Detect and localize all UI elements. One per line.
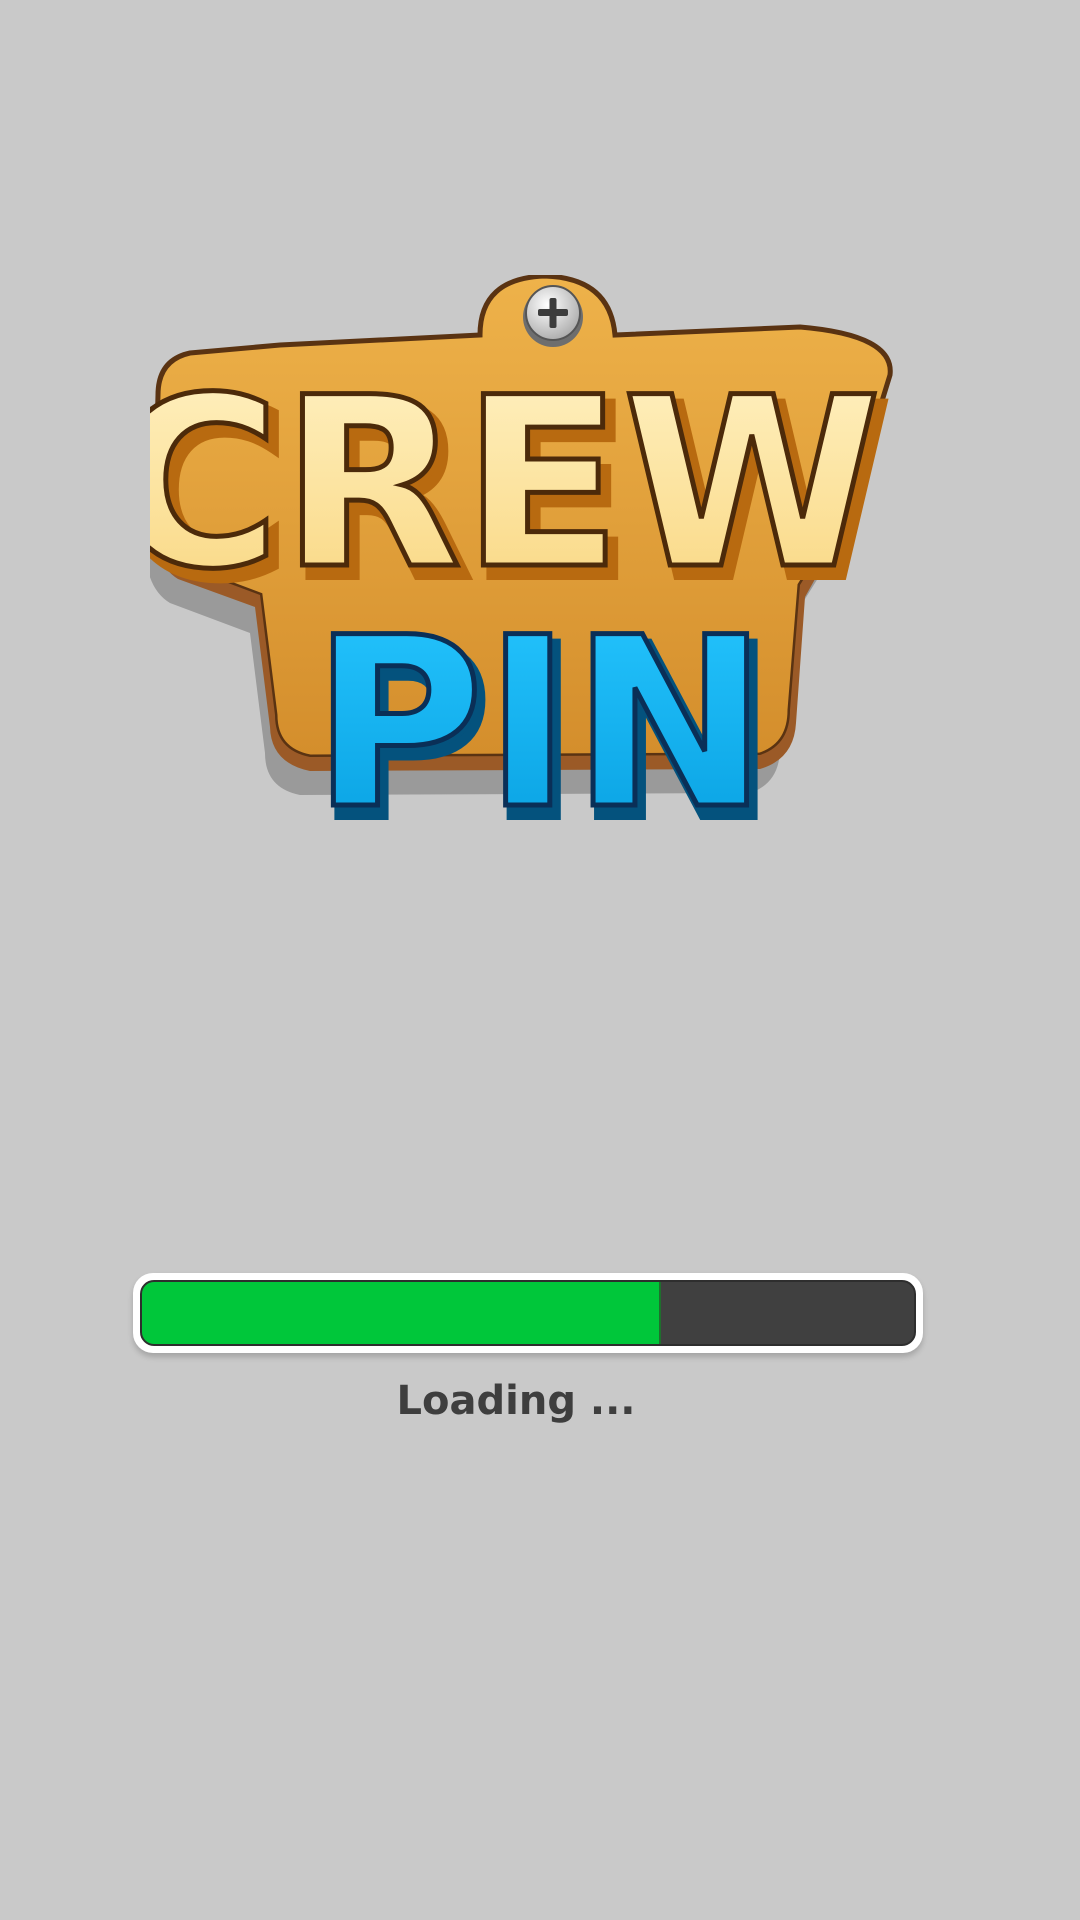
loading-label: Loading ... — [396, 1378, 636, 1424]
progress-track — [140, 1280, 916, 1346]
logo-text-crew-face: CREW — [150, 348, 882, 621]
screw-icon — [523, 285, 583, 347]
progress-fill — [142, 1282, 662, 1344]
logo-text-pin-face: PIN — [312, 588, 768, 861]
crew-pin-logo: CREW CREW PIN PIN — [150, 275, 900, 895]
loading-progress-bar — [133, 1273, 923, 1353]
